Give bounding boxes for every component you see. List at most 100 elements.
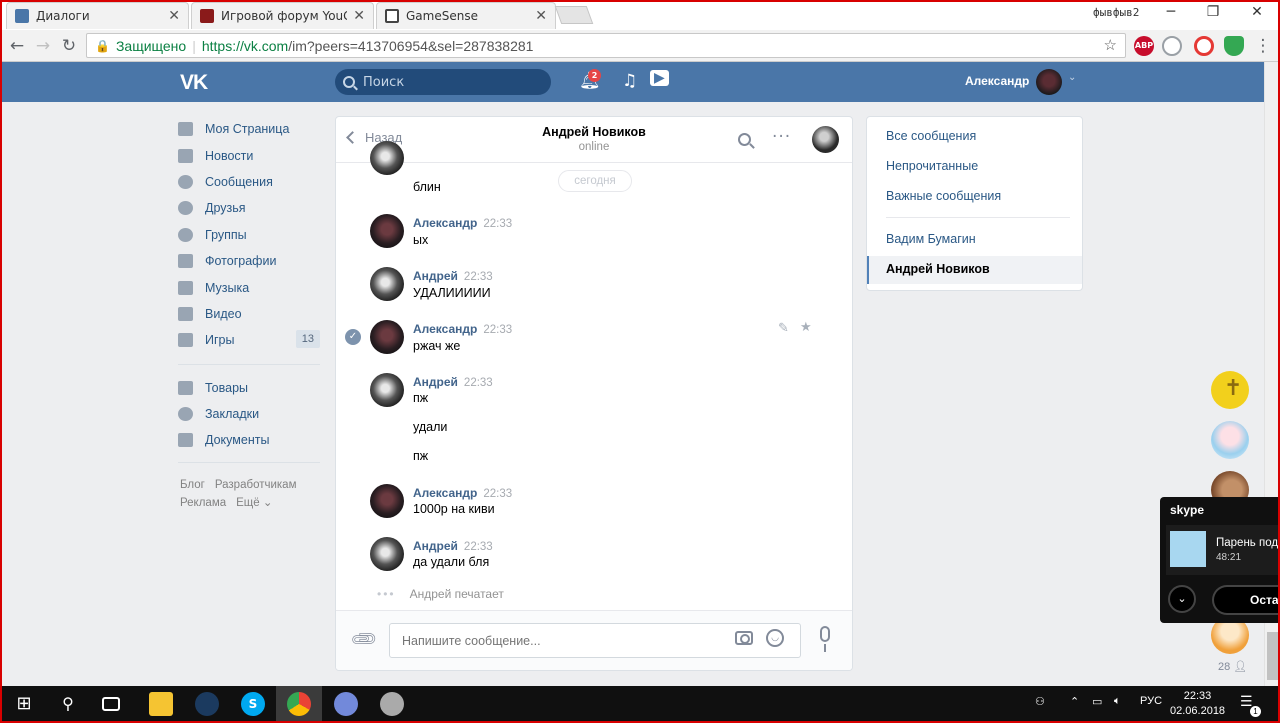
- footer-link-more[interactable]: Ещё ⌄: [236, 497, 272, 509]
- tab-dialogs[interactable]: Диалоги ✕: [6, 2, 189, 29]
- nav-item-my-page[interactable]: Моя Страница: [178, 116, 320, 142]
- nav-item-bookmarks[interactable]: Закладки: [178, 401, 320, 427]
- close-icon[interactable]: ✕: [535, 8, 547, 24]
- back-arrow-icon[interactable]: ←: [6, 35, 28, 57]
- maximize-icon[interactable]: ❐: [1202, 4, 1224, 20]
- author-name[interactable]: Андрей: [413, 269, 458, 283]
- checkmark-icon[interactable]: ✓: [345, 329, 361, 345]
- avatar[interactable]: [370, 267, 404, 301]
- minimize-icon[interactable]: ─: [1160, 4, 1182, 20]
- filter-unread[interactable]: Непрочитанные: [886, 159, 978, 173]
- message-author[interactable]: Александр 22:33: [413, 322, 512, 336]
- nav-item-photos[interactable]: Фотографии: [178, 248, 320, 274]
- search-icon[interactable]: ⚲: [56, 692, 80, 716]
- avatar[interactable]: [370, 320, 404, 354]
- adblock-icon[interactable]: ABP: [1134, 36, 1154, 56]
- skype-stay-button[interactable]: Оста: [1212, 585, 1280, 615]
- close-icon[interactable]: ✕: [353, 8, 365, 24]
- avatar[interactable]: [370, 537, 404, 571]
- avatar[interactable]: [370, 214, 404, 248]
- footer-link-developers[interactable]: Разработчикам: [215, 479, 297, 491]
- nav-item-market[interactable]: Товары: [178, 375, 320, 401]
- online-count[interactable]: 28 👤︎: [1218, 660, 1247, 673]
- address-bar[interactable]: 🔒 Защищено | https://vk.com/im?peers=413…: [86, 33, 1126, 58]
- skype-icon[interactable]: S: [241, 692, 265, 716]
- discord-icon[interactable]: [334, 692, 358, 716]
- emoji-icon[interactable]: ◡: [766, 629, 784, 647]
- taskbar-clock[interactable]: 22:33 02.06.2018: [1170, 689, 1225, 719]
- footer-link-blog[interactable]: Блог: [180, 479, 205, 491]
- peer-avatar[interactable]: [812, 126, 839, 153]
- author-name[interactable]: Андрей: [413, 375, 458, 389]
- avatar[interactable]: [370, 373, 404, 407]
- message-author[interactable]: Андрей 22:33: [413, 539, 493, 553]
- footer-link-ads[interactable]: Реклама: [180, 497, 226, 509]
- profile-name[interactable]: фывфыв2: [1093, 6, 1139, 19]
- scrollbar-thumb[interactable]: [1267, 632, 1279, 680]
- more-dots-icon[interactable]: ···: [772, 127, 791, 147]
- chevron-up-icon[interactable]: ⌃: [1070, 695, 1079, 708]
- author-name[interactable]: Александр: [413, 322, 477, 336]
- people-icon[interactable]: ⚇: [1035, 695, 1045, 708]
- task-view-icon[interactable]: [102, 697, 120, 711]
- author-name[interactable]: Александр: [413, 486, 477, 500]
- dialog-item[interactable]: Вадим Бумагин: [886, 232, 976, 246]
- music-icon[interactable]: ♫: [622, 71, 637, 91]
- dialog-item-active[interactable]: Андрей Новиков: [867, 256, 1082, 284]
- language-indicator[interactable]: РУС: [1140, 695, 1162, 707]
- star-icon[interactable]: ★: [800, 320, 812, 335]
- tab-gamesense[interactable]: GameSense ✕: [376, 2, 556, 29]
- nav-item-friends[interactable]: Друзья: [178, 195, 320, 221]
- message-author[interactable]: Андрей 22:33: [413, 375, 493, 389]
- close-icon[interactable]: ✕: [168, 8, 180, 24]
- menu-kebab-icon[interactable]: ⋮: [1252, 35, 1274, 57]
- bookmark-star-icon[interactable]: ☆: [1104, 36, 1117, 54]
- pencil-icon[interactable]: ✎: [778, 321, 789, 336]
- nav-item-groups[interactable]: Группы: [178, 222, 320, 248]
- chevron-down-icon[interactable]: ⌄: [1068, 72, 1076, 83]
- cross-avatar[interactable]: ✝: [1211, 371, 1249, 409]
- chrome-icon[interactable]: [287, 692, 311, 716]
- shield-check-icon[interactable]: [1224, 36, 1244, 56]
- nav-item-video[interactable]: Видео: [178, 301, 320, 327]
- filter-important[interactable]: Важные сообщения: [886, 189, 1001, 203]
- speaker-icon[interactable]: 🔈︎: [1114, 695, 1121, 708]
- nav-item-messages[interactable]: Сообщения: [178, 169, 320, 195]
- paperclip-icon[interactable]: 📎︎: [349, 624, 380, 655]
- steam-icon[interactable]: [195, 692, 219, 716]
- avatar[interactable]: [370, 484, 404, 518]
- tab-yougame[interactable]: Игровой форум YouGam ✕: [191, 2, 374, 29]
- network-icon[interactable]: ▭: [1092, 695, 1102, 708]
- reload-icon[interactable]: ↻: [58, 35, 80, 57]
- nav-item-news[interactable]: Новости: [178, 142, 320, 168]
- new-tab-button[interactable]: [554, 6, 594, 24]
- file-explorer-icon[interactable]: [149, 692, 173, 716]
- vk-logo[interactable]: VK: [180, 71, 208, 95]
- search-icon[interactable]: [738, 133, 751, 146]
- message-author[interactable]: Андрей 22:33: [413, 269, 493, 283]
- microphone-icon[interactable]: [820, 626, 830, 652]
- filter-all[interactable]: Все сообщения: [886, 129, 976, 143]
- search-input[interactable]: Поиск: [335, 69, 551, 95]
- skype-call-card[interactable]: Парень под 48:21: [1166, 525, 1280, 575]
- nav-item-games[interactable]: Игры 13: [178, 327, 320, 353]
- user-name[interactable]: Александр: [965, 74, 1029, 88]
- opera-icon[interactable]: [1194, 36, 1214, 56]
- window-close-icon[interactable]: ✕: [1246, 4, 1268, 20]
- forward-arrow-icon[interactable]: →: [32, 35, 54, 57]
- author-name[interactable]: Андрей: [413, 539, 458, 553]
- message-author[interactable]: Александр 22:33: [413, 486, 512, 500]
- nav-item-music[interactable]: Музыка: [178, 274, 320, 300]
- anime-avatar[interactable]: [1211, 421, 1249, 459]
- avatar[interactable]: [370, 141, 404, 175]
- author-name[interactable]: Александр: [413, 216, 477, 230]
- app-icon[interactable]: [380, 692, 404, 716]
- nav-item-documents[interactable]: Документы: [178, 427, 320, 453]
- windows-start-icon[interactable]: ⊞: [12, 692, 36, 716]
- shield-icon[interactable]: [1162, 36, 1182, 56]
- video-play-icon[interactable]: ▶: [650, 70, 669, 86]
- chevron-down-icon[interactable]: ⌄: [1168, 585, 1196, 613]
- user-avatar[interactable]: [1036, 69, 1062, 95]
- camera-icon[interactable]: [735, 631, 753, 645]
- message-author[interactable]: Александр 22:33: [413, 216, 512, 230]
